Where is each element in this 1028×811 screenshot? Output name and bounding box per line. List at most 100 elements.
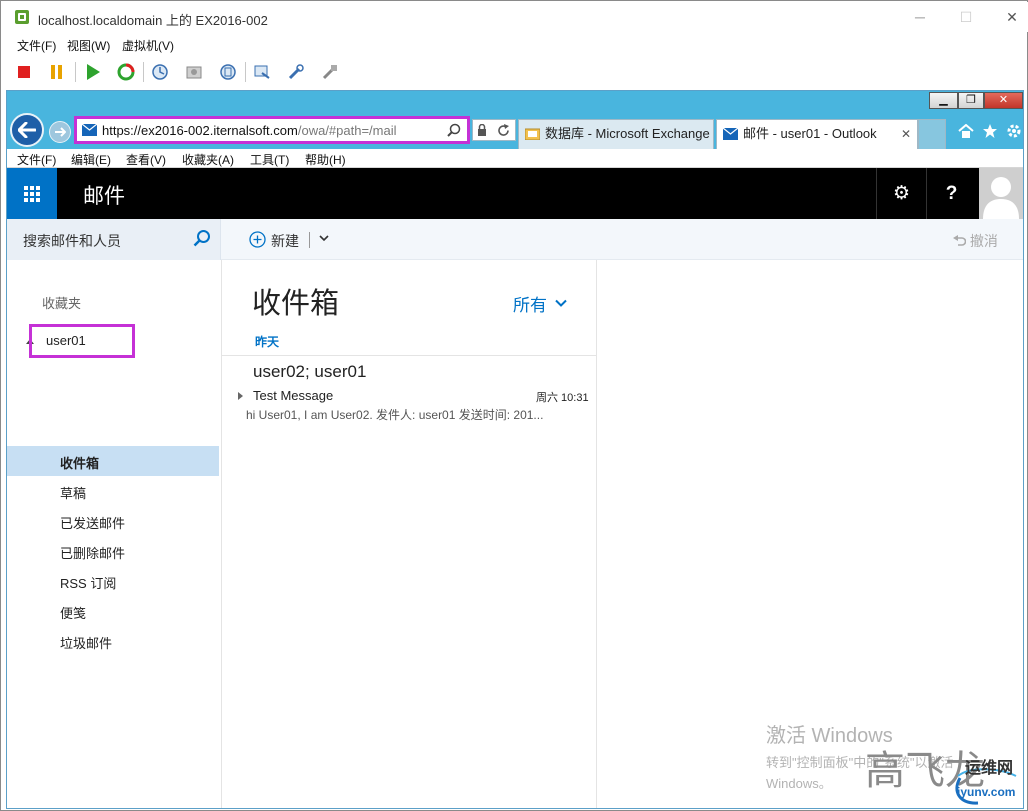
ie-menu-file[interactable]: 文件(F) <box>17 151 56 168</box>
folder-pane: 收藏夹 user01 收件箱草稿已发送邮件 已删除邮件 RSS 订阅便笺垃圾邮件 <box>7 260 222 808</box>
favorites-star-icon[interactable] <box>980 121 1000 141</box>
vm-menu-vm[interactable]: 虚拟机(V) <box>122 37 174 54</box>
folder-notes[interactable]: 便笺 <box>7 596 219 626</box>
ie-menu-help[interactable]: 帮助(H) <box>305 151 346 168</box>
chevron-down-icon[interactable] <box>555 297 567 311</box>
ie-navigation-bar: https://ex2016-002.iternalsoft.com/owa/#… <box>7 111 1023 149</box>
message-preview: hi User01, I am User02. 发件人: user01 发送时间… <box>246 408 544 422</box>
ie-restore-button[interactable]: ❐ <box>958 92 984 109</box>
home-icon[interactable] <box>956 121 976 141</box>
vsphere-app-icon <box>15 10 29 24</box>
folder-drafts[interactable]: 草稿 <box>7 476 219 506</box>
tools-gear-icon[interactable] <box>1004 121 1023 141</box>
search-icon[interactable] <box>447 123 461 140</box>
avatar[interactable] <box>979 168 1023 219</box>
back-arrow-icon[interactable] <box>10 113 44 147</box>
exchange-tab-icon <box>525 128 540 140</box>
ie-menu-edit[interactable]: 编辑(E) <box>71 151 111 168</box>
vm-toolbar <box>2 57 1028 87</box>
toolbar-divider <box>143 62 144 82</box>
stop-icon[interactable] <box>12 60 36 84</box>
undo-label: 撤消 <box>969 233 998 249</box>
tab-exchange-database[interactable]: 数据库 - Microsoft Exchange <box>518 119 714 149</box>
connect-device-icon[interactable] <box>318 60 342 84</box>
search-icon[interactable] <box>193 229 211 250</box>
account-node[interactable]: user01 <box>29 324 135 358</box>
mail-search-box[interactable]: 搜索邮件和人员 <box>7 219 221 260</box>
url-domain: iternalsoft.com <box>213 123 298 138</box>
new-mail-button[interactable]: 新建 <box>271 231 299 251</box>
owa-header: 邮件 ⚙ ? <box>7 168 1023 219</box>
settings-gear-icon[interactable]: ⚙ <box>876 168 926 219</box>
undo-icon <box>953 235 967 246</box>
envelope-icon <box>82 124 97 136</box>
owa-command-bar: 搜索邮件和人员 新建 撤消 <box>7 219 1023 260</box>
command-divider <box>309 232 310 248</box>
ie-minimize-button[interactable]: ▁ <box>929 92 958 109</box>
console-send-icon[interactable] <box>250 60 274 84</box>
maximize-button[interactable]: ☐ <box>943 3 989 31</box>
chevron-down-icon[interactable] <box>318 232 330 247</box>
logo-text: 运维网 <box>965 760 1014 777</box>
message-subject: Test Message <box>253 388 334 403</box>
address-url: https://ex2016-002.iternalsoft.com/owa/#… <box>102 123 397 138</box>
close-button[interactable]: ✕ <box>989 3 1028 31</box>
account-label: user01 <box>46 333 86 348</box>
reset-icon[interactable] <box>114 60 138 84</box>
app-launcher-icon[interactable] <box>7 168 57 219</box>
close-tab-icon[interactable]: ✕ <box>901 120 911 148</box>
ie-menu-tools[interactable]: 工具(T) <box>250 151 289 168</box>
filter-dropdown[interactable]: 所有 <box>513 291 547 316</box>
expand-conversation-icon[interactable] <box>238 392 243 400</box>
ie-caption-bar: ▁ ❐ ✕ <box>7 91 1023 111</box>
minimize-button[interactable]: ─ <box>897 3 943 31</box>
folder-sent[interactable]: 已发送邮件 <box>7 506 219 536</box>
vm-window-title: localhost.localdomain 上的 EX2016-002 <box>38 13 268 28</box>
undo-button[interactable]: 撤消 <box>953 231 998 251</box>
logo-url: iyunv.com <box>957 785 1016 799</box>
ie-browser-window: ▁ ❐ ✕ https://ex2016-002.iternalsoft.com… <box>6 90 1024 809</box>
folder-label: 收件箱 <box>60 456 100 471</box>
folder-rss[interactable]: RSS 订阅 <box>7 566 219 596</box>
message-sender: user02; user01 <box>253 362 367 381</box>
lock-icon[interactable] <box>477 124 487 136</box>
refresh-icon[interactable] <box>497 124 510 137</box>
forward-arrow-icon[interactable] <box>49 121 71 143</box>
address-bar[interactable]: https://ex2016-002.iternalsoft.com/owa/#… <box>74 116 470 144</box>
plus-circle-icon[interactable] <box>249 231 266 251</box>
ie-menu-favorites[interactable]: 收藏夹(A) <box>182 151 234 168</box>
play-icon[interactable] <box>81 60 105 84</box>
tab-exchange-label: 数据库 - Microsoft Exchange <box>545 126 710 141</box>
vm-console-window: localhost.localdomain 上的 EX2016-002 ─ ☐ … <box>0 0 1028 811</box>
new-tab-button[interactable] <box>918 119 946 149</box>
toolbar-divider <box>245 62 246 82</box>
settings-icon[interactable] <box>284 60 308 84</box>
message-list-item[interactable]: user02; user01 Test Message 周六 10:31 hi … <box>222 356 596 426</box>
message-list-pane: 收件箱 所有 昨天 user02; user01 Test Message 周六… <box>222 260 597 808</box>
folder-label: 草稿 <box>60 486 87 501</box>
folder-label: RSS 订阅 <box>60 576 117 591</box>
search-input[interactable]: 搜索邮件和人员 <box>23 231 121 251</box>
folder-junk[interactable]: 垃圾邮件 <box>7 626 219 656</box>
ie-menu-view[interactable]: 查看(V) <box>126 151 166 168</box>
tab-outlook-mail[interactable]: 邮件 - user01 - Outlook ✕ <box>716 119 918 149</box>
help-icon[interactable]: ? <box>926 168 976 219</box>
folder-deleted[interactable]: 已删除邮件 <box>7 536 219 566</box>
snapshot-icon[interactable] <box>148 60 172 84</box>
folder-label: 垃圾邮件 <box>60 636 113 651</box>
vm-titlebar: localhost.localdomain 上的 EX2016-002 ─ ☐ … <box>2 2 1028 32</box>
folder-inbox[interactable]: 收件箱 <box>7 446 219 476</box>
revert-snapshot-icon[interactable] <box>182 60 206 84</box>
vm-menu-file[interactable]: 文件(F) <box>17 37 56 54</box>
owa-app-title: 邮件 <box>83 185 125 208</box>
pause-icon[interactable] <box>45 60 69 84</box>
ie-close-button[interactable]: ✕ <box>984 92 1023 109</box>
site-logo-watermark: 运维网 iyunv.com <box>930 748 1022 806</box>
vm-menu-view[interactable]: 视图(W) <box>67 37 110 54</box>
url-path: /owa/#path=/mail <box>297 123 397 138</box>
ie-menubar: 文件(F) 编辑(E) 查看(V) 收藏夹(A) 工具(T) 帮助(H) <box>7 149 1023 168</box>
message-time: 周六 10:31 <box>536 392 589 404</box>
favorites-heading[interactable]: 收藏夹 <box>42 293 81 312</box>
date-group-header: 昨天 <box>255 335 280 349</box>
snapshot-manager-icon[interactable] <box>216 60 240 84</box>
